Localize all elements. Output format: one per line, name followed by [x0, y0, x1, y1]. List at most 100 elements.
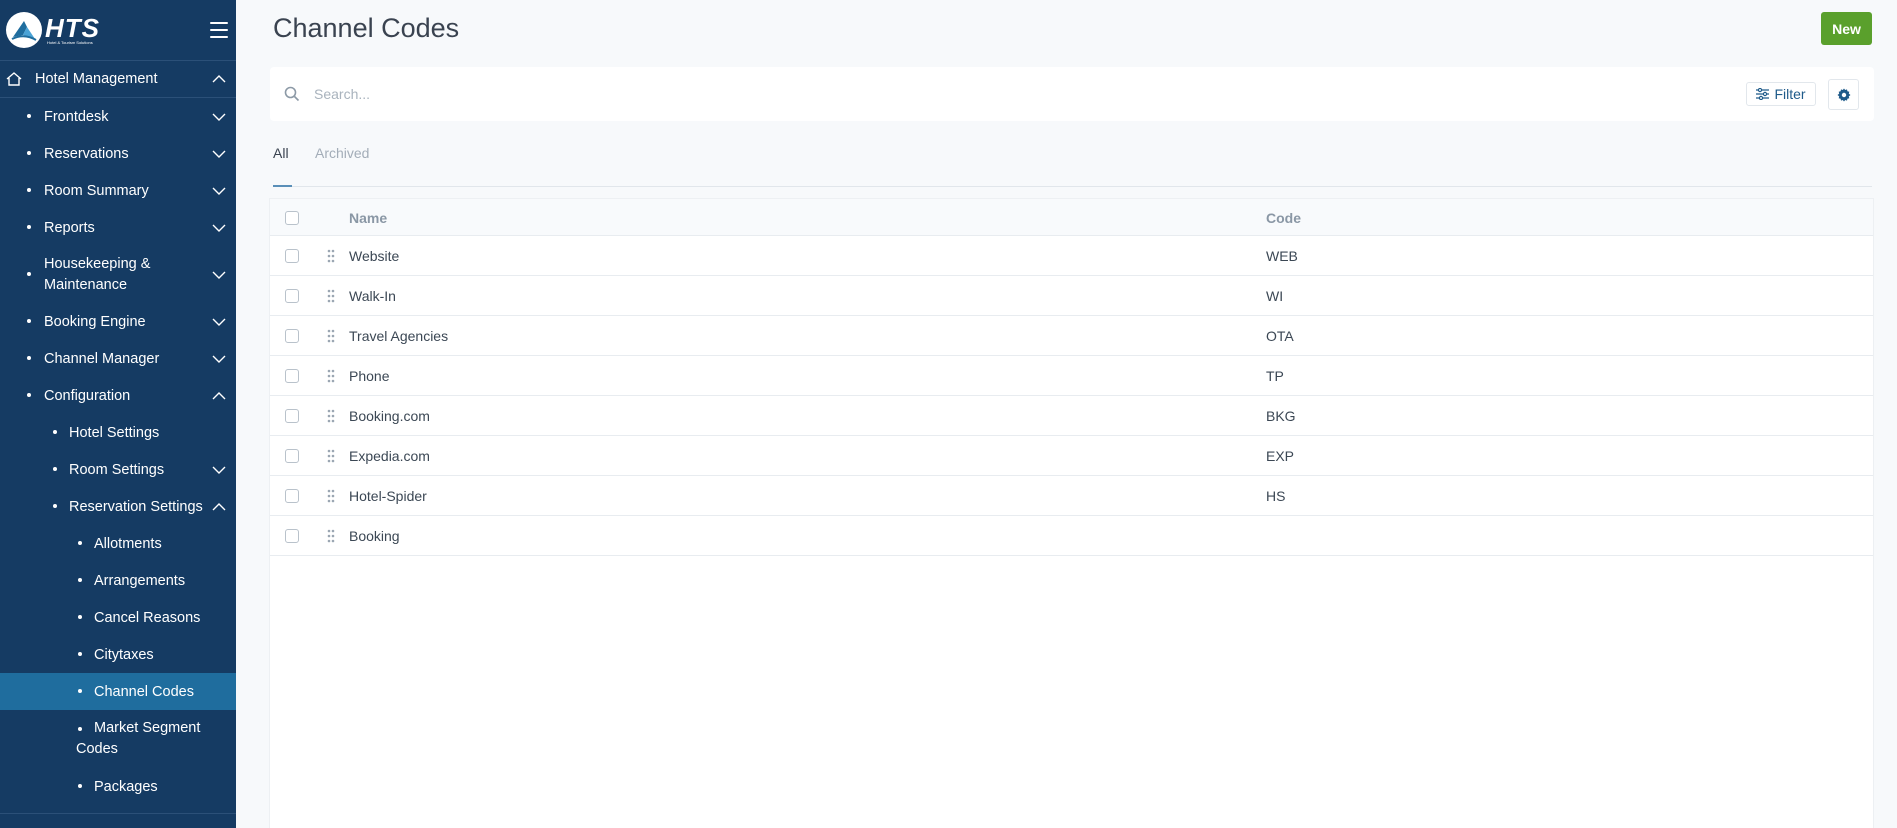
table-row[interactable]: Travel Agencies OTA — [270, 316, 1873, 356]
chevron-down-icon — [212, 224, 226, 232]
sidebar-item-reservation-settings[interactable]: Reservation Settings — [0, 488, 236, 525]
sidebar-item-channel-codes[interactable]: Channel Codes — [0, 673, 236, 710]
tab-archived[interactable]: Archived — [315, 145, 369, 161]
bullet-icon — [27, 188, 31, 192]
drag-handle-icon[interactable] — [327, 529, 335, 543]
sidebar-item-room-settings[interactable]: Room Settings — [0, 451, 236, 488]
cell-name: Booking — [349, 528, 400, 544]
row-checkbox[interactable] — [285, 329, 299, 343]
table-row[interactable]: Booking — [270, 516, 1873, 556]
bullet-icon — [53, 467, 57, 471]
logo-mark-icon — [6, 12, 42, 48]
sidebar-item-label-line2: Maintenance — [44, 277, 128, 293]
drag-handle-icon[interactable] — [327, 289, 335, 303]
bullet-icon — [27, 319, 31, 323]
table-row[interactable]: Website WEB — [270, 236, 1873, 276]
search-input[interactable] — [314, 81, 1214, 107]
sidebar-item-label: Market Segment — [94, 720, 201, 736]
drag-handle-icon[interactable] — [327, 489, 335, 503]
sidebar-item-allotments[interactable]: Allotments — [0, 525, 236, 562]
sidebar-item-cancel-reasons[interactable]: Cancel Reasons — [0, 599, 236, 636]
filter-button[interactable]: Filter — [1746, 82, 1816, 106]
sidebar-item-room-summary[interactable]: Room Summary — [0, 172, 236, 209]
sidebar-item-label: Arrangements — [94, 572, 186, 589]
cell-name: Website — [349, 248, 400, 264]
row-checkbox[interactable] — [285, 249, 299, 263]
drag-handle-icon[interactable] — [327, 369, 335, 383]
settings-button[interactable] — [1828, 79, 1859, 110]
select-all-checkbox[interactable] — [285, 211, 299, 225]
cell-name: Expedia.com — [349, 448, 430, 464]
cell-name: Walk-In — [349, 288, 396, 304]
cell-code: TP — [1266, 368, 1284, 384]
cell-code: EXP — [1266, 448, 1295, 464]
bullet-icon — [27, 356, 31, 360]
logo-text: HTS — [45, 12, 100, 43]
home-icon — [6, 72, 22, 86]
sidebar-item-frontdesk[interactable]: Frontdesk — [0, 98, 236, 135]
new-button[interactable]: New — [1821, 12, 1872, 45]
chevron-up-icon — [212, 391, 226, 399]
sidebar-item-label: Allotments — [94, 535, 162, 552]
bullet-icon — [27, 272, 31, 276]
chevron-down-icon — [212, 466, 226, 474]
column-header-code[interactable]: Code — [1266, 210, 1301, 226]
sidebar-divider — [0, 813, 236, 814]
sidebar-item-booking-engine[interactable]: Booking Engine — [0, 303, 236, 340]
table-header: Name Code — [270, 199, 1873, 236]
sidebar-item-reports[interactable]: Reports — [0, 209, 236, 246]
table-row[interactable]: Phone TP — [270, 356, 1873, 396]
sidebar-header: HTS Hotel & Tourism Solutions — [0, 0, 236, 61]
chevron-down-icon — [212, 355, 226, 363]
bullet-icon — [78, 652, 82, 656]
row-checkbox[interactable] — [285, 449, 299, 463]
sidebar-item-label: Room Summary — [44, 182, 149, 199]
bullet-icon — [78, 784, 82, 788]
row-checkbox[interactable] — [285, 529, 299, 543]
chevron-down-icon — [212, 187, 226, 195]
table-row[interactable]: Booking.com BKG — [270, 396, 1873, 436]
row-checkbox[interactable] — [285, 289, 299, 303]
bullet-icon — [27, 225, 31, 229]
bullet-icon — [78, 615, 82, 619]
table-row[interactable]: Walk-In WI — [270, 276, 1873, 316]
sidebar-item-label: Reservation Settings — [69, 498, 203, 515]
logo[interactable]: HTS Hotel & Tourism Solutions — [6, 12, 100, 48]
table-row[interactable]: Hotel-Spider HS — [270, 476, 1873, 516]
sidebar-item-label: Reservations — [44, 145, 129, 162]
sidebar-item-arrangements[interactable]: Arrangements — [0, 562, 236, 599]
tab-all[interactable]: All — [273, 145, 289, 161]
chevron-down-icon — [212, 318, 226, 326]
sidebar-item-reservations[interactable]: Reservations — [0, 135, 236, 172]
bullet-icon — [78, 689, 82, 693]
filter-label: Filter — [1774, 86, 1806, 102]
sidebar-item-hotel-settings[interactable]: Hotel Settings — [0, 414, 236, 451]
bullet-icon — [78, 541, 82, 545]
cell-name: Travel Agencies — [349, 328, 449, 344]
cell-code: WI — [1266, 288, 1284, 304]
drag-handle-icon[interactable] — [327, 329, 335, 343]
sidebar-item-hotel-management[interactable]: Hotel Management — [0, 61, 236, 98]
cell-name: Hotel-Spider — [349, 488, 427, 504]
bullet-icon — [78, 727, 82, 731]
sidebar-item-label-line2: Codes — [76, 741, 118, 757]
sidebar-item-channel-manager[interactable]: Channel Manager — [0, 340, 236, 377]
chevron-down-icon — [212, 113, 226, 121]
table-row[interactable]: Expedia.com EXP — [270, 436, 1873, 476]
drag-handle-icon[interactable] — [327, 249, 335, 263]
logo-subtitle: Hotel & Tourism Solutions — [47, 39, 93, 45]
sidebar-item-configuration[interactable]: Configuration — [0, 377, 236, 414]
menu-toggle-icon[interactable] — [210, 22, 228, 38]
row-checkbox[interactable] — [285, 369, 299, 383]
sidebar-item-packages[interactable]: Packages — [0, 768, 236, 805]
sidebar-item-market-segment-codes[interactable]: Market Segment Codes — [0, 710, 236, 768]
sidebar-item-label: Channel Manager — [44, 350, 160, 367]
row-checkbox[interactable] — [285, 489, 299, 503]
drag-handle-icon[interactable] — [327, 409, 335, 423]
column-header-name[interactable]: Name — [349, 210, 387, 226]
sidebar-item-citytaxes[interactable]: Citytaxes — [0, 636, 236, 673]
drag-handle-icon[interactable] — [327, 449, 335, 463]
cell-code: OTA — [1266, 328, 1294, 344]
sidebar-item-housekeeping[interactable]: Housekeeping & Maintenance — [0, 246, 236, 303]
row-checkbox[interactable] — [285, 409, 299, 423]
